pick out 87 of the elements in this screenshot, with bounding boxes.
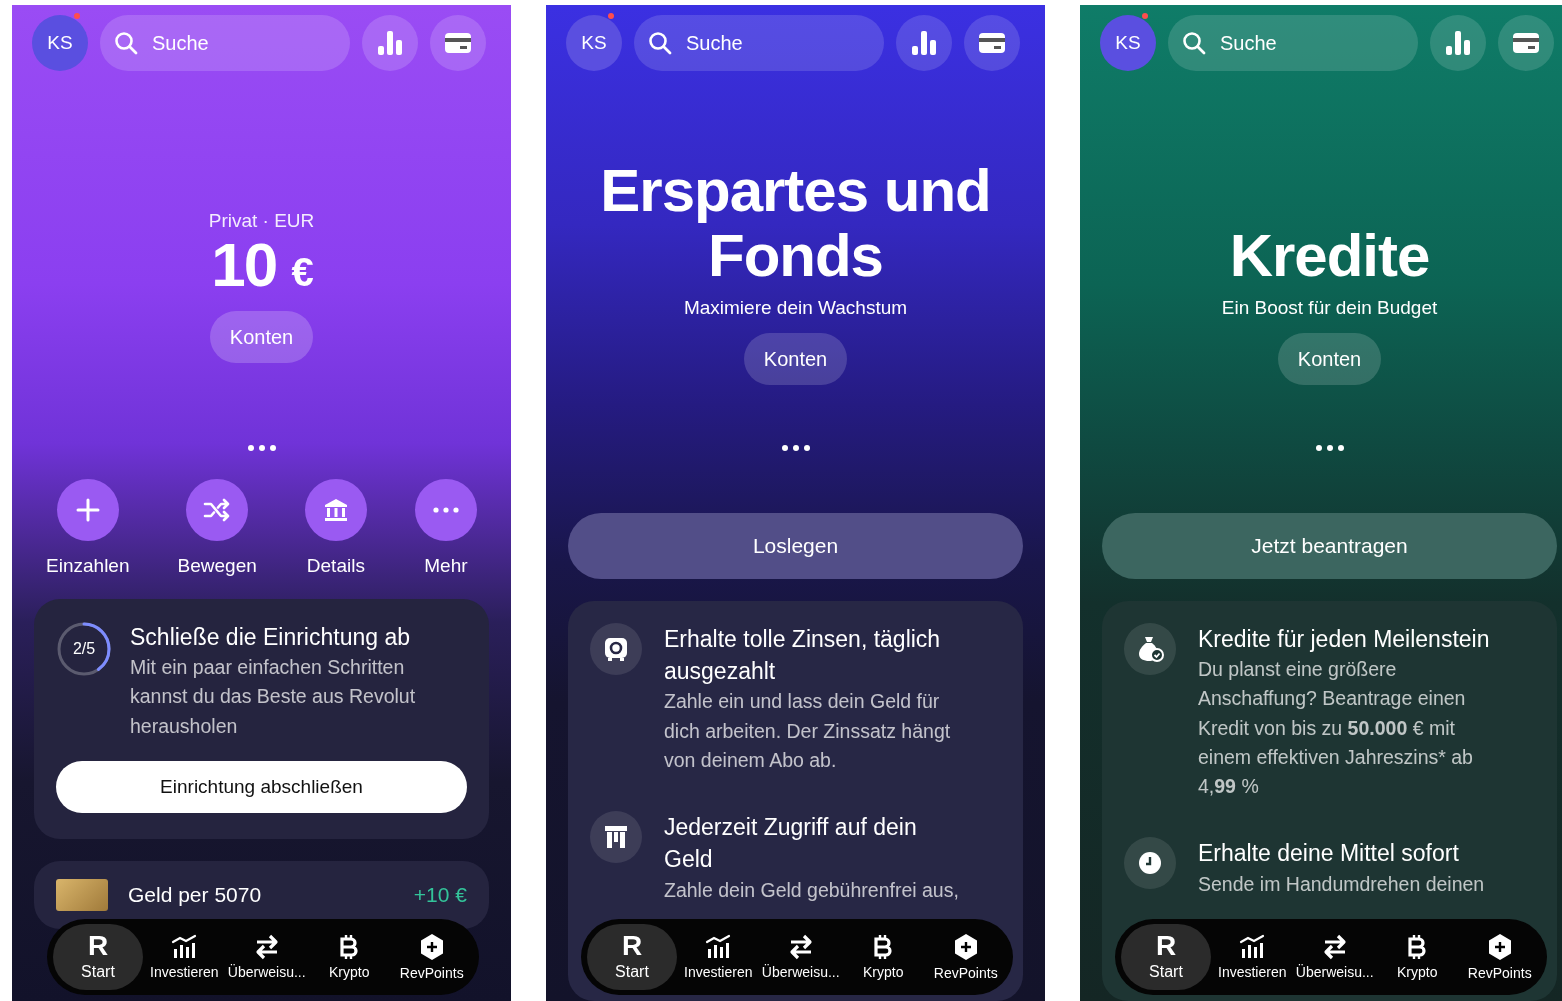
bank-icon [322, 498, 349, 522]
card-text: Mit ein paar einfachen Schritten kannst du das Beste aus Revolut herausholen [130, 655, 417, 739]
nav-tab[interactable]: Investieren [143, 924, 226, 990]
accounts-button[interactable]: Konten [209, 311, 314, 363]
progress-label: 2/5 [72, 640, 96, 658]
transaction-title: Geld per 5070 [128, 882, 263, 907]
stats-button[interactable] [1430, 15, 1486, 71]
nav-tab[interactable]: R Start [53, 924, 143, 990]
feature-text: Du planst eine größere Anschaffung? Beantrage einen Kredit von bis zu 50.000 € mit einem effektiven Jahreszins* ab 4,99 % [1198, 657, 1474, 800]
nav-tab[interactable]: Investieren [677, 924, 760, 990]
account-label: Privat · EUR [208, 209, 315, 232]
bar-chart-icon[interactable] [171, 934, 198, 960]
cards-button[interactable] [430, 15, 486, 71]
nav-tab[interactable]: Krypto [308, 924, 391, 990]
feature-title: Erhalte deine Mittel sofort [1198, 839, 1460, 869]
avatar[interactable]: KS [566, 15, 622, 71]
nav-tab[interactable]: Überweisu... [759, 924, 842, 990]
money-bag-icon [1136, 635, 1164, 663]
nav-tab[interactable]: Krypto [842, 924, 925, 990]
stats-button[interactable] [362, 15, 418, 71]
nav-tab[interactable]: Überweisu... [1293, 924, 1376, 990]
nav-tab[interactable]: R Start [1121, 924, 1211, 990]
subtitle: Ein Boost für dein Budget [1221, 297, 1438, 319]
nav-tab[interactable]: Investieren [1211, 924, 1294, 990]
transaction-amount: +10 € [413, 882, 467, 907]
shuffle-icon [203, 498, 232, 522]
hexagon-icon[interactable] [418, 933, 445, 961]
subtitle: Maximiere dein Wachstum [683, 297, 908, 319]
payment-card-thumbnail [56, 878, 108, 911]
feature-title: Jederzeit Zugriff auf dein Geld [664, 813, 918, 875]
action-button[interactable]: Details [304, 479, 367, 577]
cards-button[interactable] [1498, 15, 1554, 71]
progress-ring [56, 621, 112, 677]
headline: Kredite [1229, 224, 1430, 289]
card-icon [1512, 32, 1540, 54]
logo: R [1155, 933, 1177, 959]
page-dots-icon [247, 445, 276, 451]
bar-chart-icon [1444, 30, 1472, 56]
feature-title: Erhalte tolle Zinsen, täglich ausgezahlt [664, 625, 942, 687]
action-button[interactable]: Mehr [414, 479, 477, 577]
more-icon [432, 507, 459, 513]
bar-chart-icon [910, 30, 938, 56]
search-icon [114, 31, 138, 55]
bar-chart-icon [376, 30, 404, 56]
action-button[interactable]: Bewegen [177, 479, 257, 577]
nav-tab[interactable]: RevPoints [1458, 924, 1541, 990]
search-icon [648, 31, 672, 55]
accounts-button[interactable]: Konten [1277, 333, 1382, 385]
balance-amount: 10 € [211, 231, 312, 297]
avatar[interactable]: KS [1100, 15, 1156, 71]
hexagon-icon[interactable] [1486, 933, 1513, 961]
nav-tab[interactable]: Krypto [1376, 924, 1459, 990]
action-button[interactable]: Einzahlen [46, 479, 130, 577]
nav-tab[interactable]: Überweisu... [225, 924, 308, 990]
card-icon [978, 32, 1006, 54]
feature-text: Zahle dein Geld gebührenfrei aus, [664, 877, 960, 903]
primary-button[interactable]: Jetzt beantragen [1102, 513, 1557, 579]
feature-title: Kredite für jeden Meilenstein [1198, 625, 1491, 654]
logo: R [87, 933, 109, 959]
nav-tab[interactable]: RevPoints [924, 924, 1007, 990]
plus-icon [74, 497, 101, 523]
feature-text: Zahle ein und lass dein Geld für dich arbeiten. Der Zinssatz hängt von deinem Abo ab. [664, 689, 952, 773]
nav-tab[interactable]: RevPoints [390, 924, 473, 990]
bitcoin-icon[interactable] [339, 934, 360, 960]
page-dots-icon [1315, 445, 1344, 451]
hexagon-icon[interactable] [952, 933, 979, 961]
accounts-button[interactable]: Konten [743, 333, 848, 385]
pillar-icon [604, 825, 628, 850]
page-dots-icon [781, 445, 810, 451]
bar-chart-icon[interactable] [1239, 934, 1266, 960]
logo: R [621, 933, 643, 959]
bitcoin-icon[interactable] [873, 934, 894, 960]
bitcoin-icon[interactable] [1407, 934, 1428, 960]
safe-icon [603, 636, 629, 662]
card-icon [444, 32, 472, 54]
cards-button[interactable] [964, 15, 1020, 71]
nav-tab[interactable]: R Start [587, 924, 677, 990]
clock-icon [1138, 851, 1162, 876]
bar-chart-icon[interactable] [705, 934, 732, 960]
stats-button[interactable] [896, 15, 952, 71]
headline: Erspartes und Fonds [599, 159, 992, 289]
search-icon [1182, 31, 1206, 55]
card-title: Schließe die Einrichtung ab [130, 623, 411, 652]
feature-text: Sende im Handumdrehen deinen [1198, 871, 1485, 897]
avatar[interactable]: KS [32, 15, 88, 71]
primary-button[interactable]: Loslegen [568, 513, 1023, 579]
finish-setup-button[interactable]: Einrichtung abschließen [56, 760, 467, 813]
